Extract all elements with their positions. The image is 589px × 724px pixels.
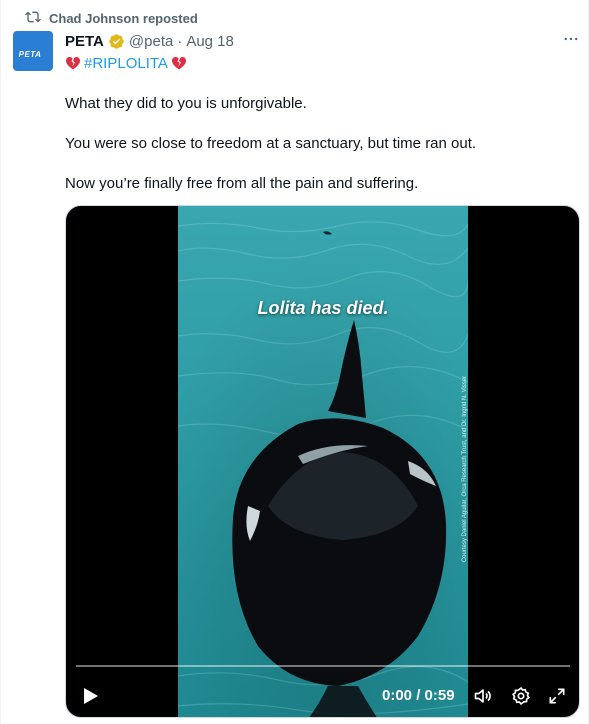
repost-label: Chad Johnson reposted [49,11,198,26]
broken-heart-icon [65,55,81,71]
verified-badge-icon[interactable] [108,33,125,50]
more-icon [562,30,580,53]
avatar-logo: PETA [18,49,42,59]
tweet-text-line: What they did to you is unforgivable. [65,95,307,112]
settings-button[interactable] [511,686,531,706]
video-progress-bar[interactable] [76,665,570,667]
video-player[interactable]: Lolita has died. Courtesy Daniel Aguilar… [65,205,580,718]
play-icon [80,686,100,706]
gear-icon [511,686,531,706]
expand-icon [547,686,567,706]
tweet-header: PETA @peta · Aug 18 [65,31,234,51]
avatar[interactable]: PETA [13,31,53,71]
video-caption: Lolita has died. [257,298,389,318]
broken-heart-icon [171,55,187,71]
hashtag-link[interactable]: #RIPLOLITA [84,55,168,72]
tweet-date[interactable]: Aug 18 [186,33,234,50]
video-credit: Courtesy Daniel Aguilar, Orca Research T… [462,375,468,563]
author-handle[interactable]: @peta [129,33,173,50]
tweet-text-line: You were so close to freedom at a sanctu… [65,135,477,152]
separator-dot: · [177,32,183,50]
video-time: 0:00 / 0:59 [382,687,455,704]
repost-header[interactable]: Chad Johnson reposted [25,9,198,28]
video-frame[interactable]: Lolita has died. Courtesy Daniel Aguilar… [178,206,468,717]
play-button[interactable] [80,686,100,706]
hashtag-line: #RIPLOLITA [65,53,187,73]
fullscreen-button[interactable] [547,686,567,706]
repost-icon [25,9,41,28]
volume-button[interactable] [473,686,493,706]
speaker-icon [473,686,493,706]
orca-video-image [178,206,468,717]
tweet-text-line: Now you’re finally free from all the pai… [65,175,419,192]
more-options-button[interactable] [561,31,581,51]
tweet-card[interactable]: Chad Johnson reposted PETA PETA @peta · … [0,0,589,724]
author-name[interactable]: PETA [65,33,104,50]
